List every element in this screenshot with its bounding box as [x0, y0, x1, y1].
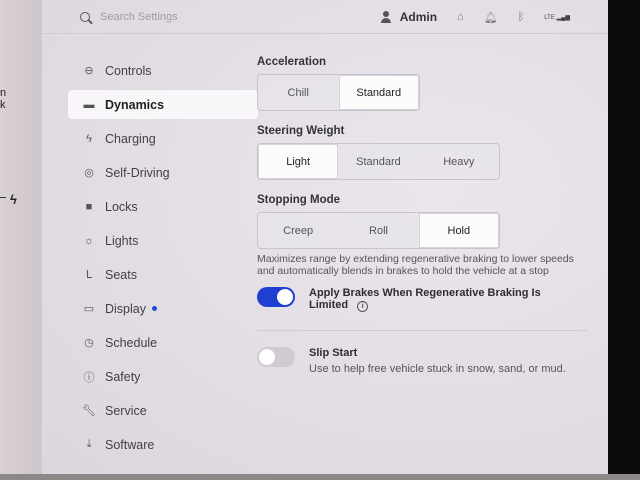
dynamics-panel: Acceleration Chill Standard Steering Wei… [257, 56, 587, 375]
stopping-mode-label: Stopping Mode [257, 194, 341, 206]
garage-icon[interactable]: ⌂ [457, 11, 464, 23]
acceleration-selector: Chill Standard [257, 74, 420, 111]
stopping-option-creep[interactable]: Creep [258, 213, 338, 248]
slip-start-title: Slip Start [309, 347, 358, 359]
user-name: Admin [399, 10, 438, 24]
sidebar-item-label: Display [105, 301, 146, 316]
sidebar-item-self-driving[interactable]: ◎ Self-Driving [68, 158, 258, 187]
sidebar-item-service[interactable]: 🔧︎ Service [68, 396, 258, 425]
person-icon [380, 11, 392, 23]
steering-option-standard[interactable]: Standard [338, 144, 418, 179]
clock-icon: ◷ [84, 337, 94, 349]
alert-icon: ⓘ [83, 371, 95, 384]
bell-icon[interactable]: 🔔︎ [484, 11, 498, 24]
sidebar-item-label: Safety [105, 369, 141, 384]
sidebar-item-lights[interactable]: ☼ Lights [68, 226, 258, 255]
lock-icon: ■ [85, 200, 93, 213]
sidebar-item-label: Charging [105, 131, 156, 146]
sidebar-item-label: Seats [105, 267, 137, 282]
settings-screen: Search Settings Admin ⌂ 🔔︎ ᛒ LTE ▂▄▆ ⊖ C… [42, 0, 608, 474]
stopping-option-roll[interactable]: Roll [338, 213, 418, 248]
toggle-icon: ⊖ [84, 65, 94, 77]
apply-brakes-setting: Apply Brakes When Regenerative Braking I… [257, 287, 587, 312]
sidebar-item-schedule[interactable]: ◷ Schedule [68, 328, 258, 357]
search-bar[interactable]: Search Settings [80, 11, 178, 23]
signal-label: LTE [544, 14, 555, 21]
search-icon [80, 11, 90, 22]
steering-weight-label: Steering Weight [257, 125, 345, 137]
screen-bezel [608, 0, 640, 480]
steering-option-heavy[interactable]: Heavy [419, 144, 499, 179]
stopping-mode-description: Maximizes range by extending regenerativ… [257, 253, 574, 277]
sidebar-nav: ⊖ Controls ▬ Dynamics ϟ Charging ◎ Self-… [68, 56, 258, 464]
signal-icon: LTE ▂▄▆ [544, 14, 570, 21]
screen-bezel-bottom [0, 474, 640, 480]
background-strip: n k ϟ [0, 0, 42, 480]
toggle-knob [259, 349, 275, 365]
toggle-knob [277, 289, 293, 305]
text-fragment: k [0, 99, 6, 111]
seat-icon: ᒪ [85, 269, 93, 281]
stopping-option-hold[interactable]: Hold [418, 213, 499, 248]
sidebar-item-software[interactable]: ⤓ Software [68, 430, 258, 459]
sidebar-item-label: Controls [105, 63, 152, 78]
sidebar-item-label: Dynamics [105, 97, 165, 112]
notification-dot [152, 306, 157, 311]
status-area: Admin ⌂ 🔔︎ ᛒ LTE ▂▄▆ [380, 0, 570, 34]
car-icon: ▬ [83, 98, 95, 111]
sidebar-item-label: Self-Driving [105, 165, 170, 180]
sidebar-item-dynamics[interactable]: ▬ Dynamics [68, 90, 258, 119]
sidebar-item-display[interactable]: ▭ Display [68, 294, 258, 323]
slip-start-text: Slip Start Use to help free vehicle stuc… [309, 347, 566, 375]
stopping-mode-selector: Creep Roll Hold [257, 212, 500, 249]
acceleration-label: Acceleration [257, 56, 327, 68]
slip-start-setting: Slip Start Use to help free vehicle stuc… [257, 347, 587, 375]
bolt-icon: ϟ [10, 192, 17, 207]
slip-start-toggle[interactable] [257, 347, 295, 367]
acceleration-option-chill[interactable]: Chill [258, 75, 339, 110]
user-profile[interactable]: Admin [380, 10, 437, 24]
sidebar-item-locks[interactable]: ■ Locks [68, 192, 258, 221]
sidebar-item-label: Locks [105, 199, 138, 214]
search-input[interactable]: Search Settings [100, 11, 178, 23]
steering-wheel-icon: ◎ [84, 167, 94, 179]
sidebar-item-label: Software [105, 437, 155, 452]
acceleration-option-standard[interactable]: Standard [338, 75, 419, 110]
sun-icon: ☼ [83, 234, 95, 247]
sidebar-item-charging[interactable]: ϟ Charging [68, 124, 258, 153]
steering-option-light[interactable]: Light [258, 144, 339, 179]
download-icon: ⤓ [86, 438, 92, 450]
bolt-icon: ϟ [86, 132, 92, 145]
apply-brakes-toggle[interactable] [257, 287, 295, 307]
top-bar: Search Settings Admin ⌂ 🔔︎ ᛒ LTE ▂▄▆ [42, 0, 608, 34]
bluetooth-icon[interactable]: ᛒ [518, 11, 525, 23]
section-divider [257, 330, 587, 331]
apply-brakes-title: Apply Brakes When Regenerative Braking I… [309, 287, 541, 311]
text-fragment: n [0, 87, 7, 99]
steering-weight-selector: Light Standard Heavy [257, 143, 500, 180]
sidebar-item-label: Service [105, 403, 147, 418]
sidebar-item-label: Schedule [105, 335, 158, 350]
divider-line [0, 197, 6, 198]
sidebar-item-seats[interactable]: ᒪ Seats [68, 260, 258, 289]
display-icon: ▭ [83, 303, 95, 315]
sidebar-item-safety[interactable]: ⓘ Safety [68, 362, 258, 391]
wrench-icon: 🔧︎ [82, 405, 96, 417]
sidebar-item-label: Lights [105, 233, 139, 248]
apply-brakes-text: Apply Brakes When Regenerative Braking I… [309, 287, 559, 312]
info-icon[interactable]: i [357, 301, 369, 312]
slip-start-description: Use to help free vehicle stuck in snow, … [309, 363, 566, 375]
sidebar-item-controls[interactable]: ⊖ Controls [68, 56, 258, 85]
